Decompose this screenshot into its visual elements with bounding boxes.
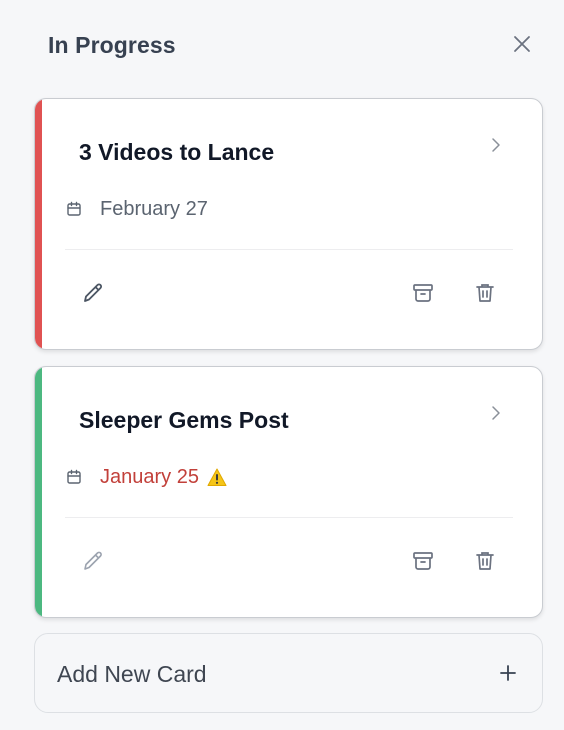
card-due-date: February 27 xyxy=(66,197,208,221)
archive-button[interactable] xyxy=(409,547,437,575)
chevron-right-icon[interactable] xyxy=(488,405,504,421)
edit-button[interactable] xyxy=(79,279,107,307)
pencil-icon xyxy=(84,551,102,570)
plus-icon xyxy=(500,665,516,681)
edit-button[interactable] xyxy=(79,547,107,575)
card-accent-bar xyxy=(35,99,42,349)
column-header: In Progress xyxy=(48,26,538,64)
archive-button[interactable] xyxy=(409,279,437,307)
delete-button[interactable] xyxy=(471,279,499,307)
add-card-button[interactable]: Add New Card xyxy=(34,633,543,713)
card-accent-bar xyxy=(35,367,42,617)
add-card-label: Add New Card xyxy=(57,661,207,687)
archive-icon xyxy=(413,284,433,302)
card-title: Sleeper Gems Post xyxy=(79,407,289,433)
close-icon xyxy=(514,36,530,52)
trash-icon xyxy=(476,284,494,302)
calendar-icon xyxy=(67,201,81,216)
card-divider xyxy=(65,517,513,518)
task-card[interactable]: 3 Videos to Lance February 27 xyxy=(34,98,543,350)
card-divider xyxy=(65,249,513,250)
card-title: 3 Videos to Lance xyxy=(79,139,275,165)
calendar-icon xyxy=(67,469,81,484)
close-button[interactable] xyxy=(508,30,536,58)
pencil-icon xyxy=(84,283,102,302)
archive-icon xyxy=(413,552,433,570)
kanban-column: In Progress 3 Videos to Lance February 2… xyxy=(0,0,564,730)
trash-icon xyxy=(476,552,494,570)
task-card[interactable]: Sleeper Gems Post January 25 xyxy=(34,366,543,618)
card-date-text: February 27 xyxy=(100,197,208,220)
chevron-right-icon[interactable] xyxy=(488,137,504,153)
delete-button[interactable] xyxy=(471,547,499,575)
card-due-date: January 25 xyxy=(66,465,227,489)
warning-icon xyxy=(207,468,227,486)
column-title: In Progress xyxy=(48,32,176,58)
card-date-text: January 25 xyxy=(100,465,199,488)
